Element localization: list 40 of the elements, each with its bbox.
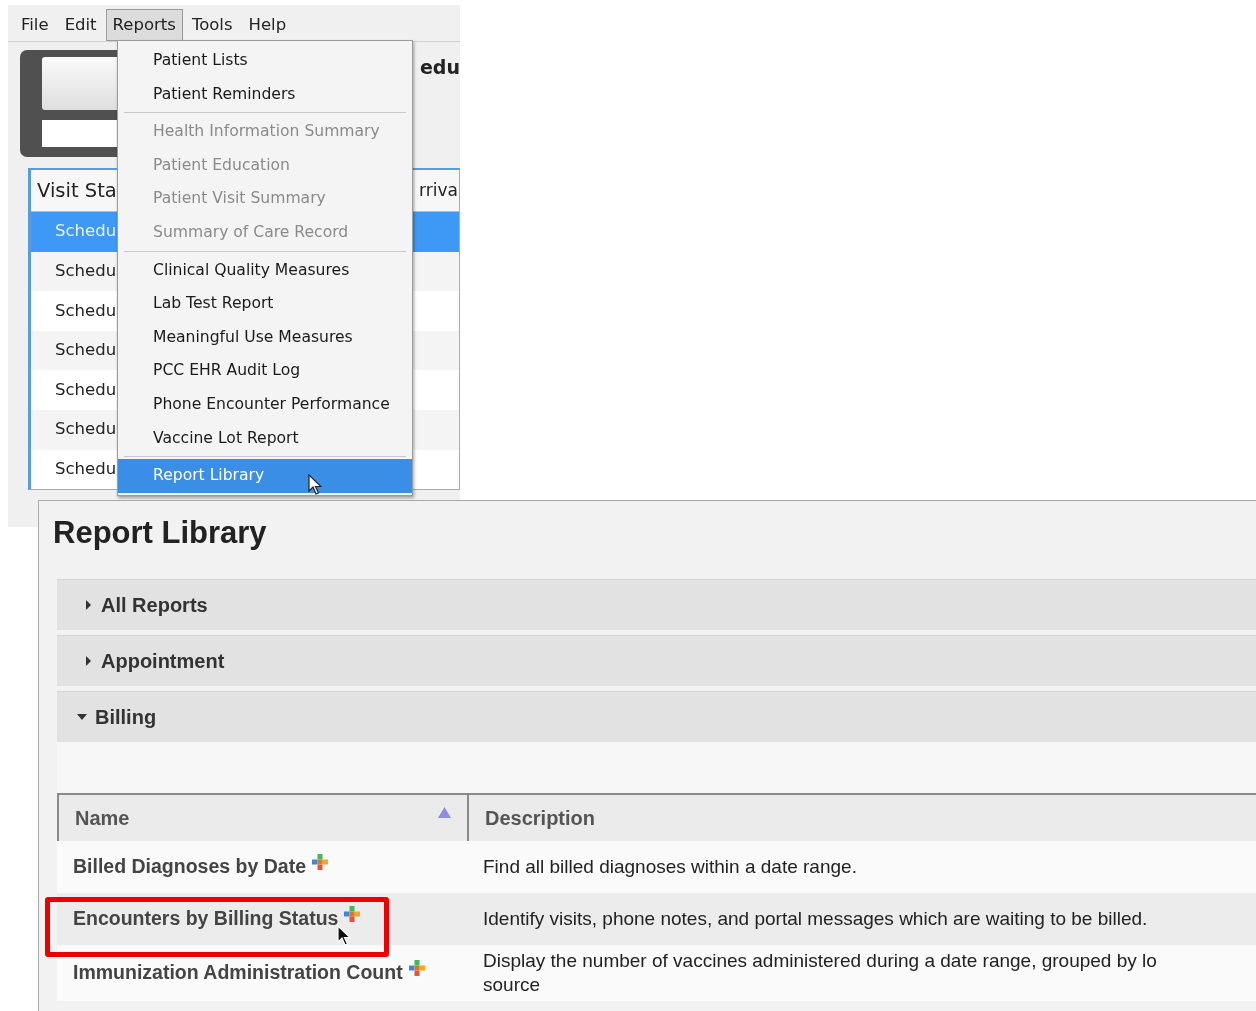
column-header[interactable]: Name <box>59 795 469 841</box>
report-link[interactable]: Immunization Administration Count <box>73 958 403 988</box>
report-link[interactable]: Encounters by Billing Status <box>73 904 339 934</box>
column-header[interactable]: Visit Sta <box>37 175 117 206</box>
plus-icon[interactable] <box>344 906 361 923</box>
table-cell-text: Schedu <box>55 418 117 441</box>
menu-item[interactable]: Vaccine Lot Report <box>118 421 412 456</box>
accordion-header[interactable]: All Reports <box>57 579 1256 630</box>
page-title: Report Library <box>53 514 268 552</box>
column-header[interactable]: Description <box>469 803 612 833</box>
table-cell: Identify visits, phone notes, and portal messages which are waiting to be billed. <box>483 907 1148 931</box>
table-cell-text: source <box>483 973 542 997</box>
plus-icon[interactable] <box>312 854 328 871</box>
menu-item[interactable]: Reports <box>105 9 183 41</box>
table-cell-text: Schedu <box>55 339 117 362</box>
table-cell: Display the number of vaccines administered during a date range, grouped by lo <box>483 949 1157 973</box>
menu-item[interactable]: Patient Reminders <box>118 77 412 112</box>
menu-item[interactable]: Phone Encounter Performance <box>118 387 412 422</box>
menu-item[interactable]: Meaningful Use Measures <box>118 320 412 355</box>
table-cell-text: Schedu <box>55 220 117 243</box>
caret-right-icon <box>83 600 93 610</box>
accordion-header[interactable]: Appointment <box>57 635 1256 686</box>
report-link[interactable]: Billed Diagnoses by Date <box>73 852 306 882</box>
menu-item[interactable]: File <box>14 9 56 41</box>
menu-item[interactable]: Clinical Quality Measures <box>118 253 412 288</box>
menu-item[interactable]: Tools <box>184 9 240 41</box>
table-cell-text: Schedu <box>55 260 117 282</box>
menu-item[interactable]: Lab Test Report <box>118 287 412 321</box>
column-header[interactable]: rriva <box>419 177 459 204</box>
caret-down-icon <box>77 712 87 722</box>
cursor-icon <box>337 925 351 947</box>
accordion-header[interactable]: Billing <box>57 691 1256 742</box>
menu-item[interactable]: Help <box>241 9 294 41</box>
menu-item[interactable]: PCC EHR Audit Log <box>118 354 412 388</box>
caret-right-icon <box>83 656 93 666</box>
menu-item[interactable]: Edit <box>57 9 104 41</box>
window-title: edu <box>420 55 460 80</box>
menu-item[interactable]: Patient Lists <box>118 44 412 78</box>
table-cell: Find all billed diagnoses within a date range. <box>483 855 857 879</box>
plus-icon[interactable] <box>408 960 425 977</box>
